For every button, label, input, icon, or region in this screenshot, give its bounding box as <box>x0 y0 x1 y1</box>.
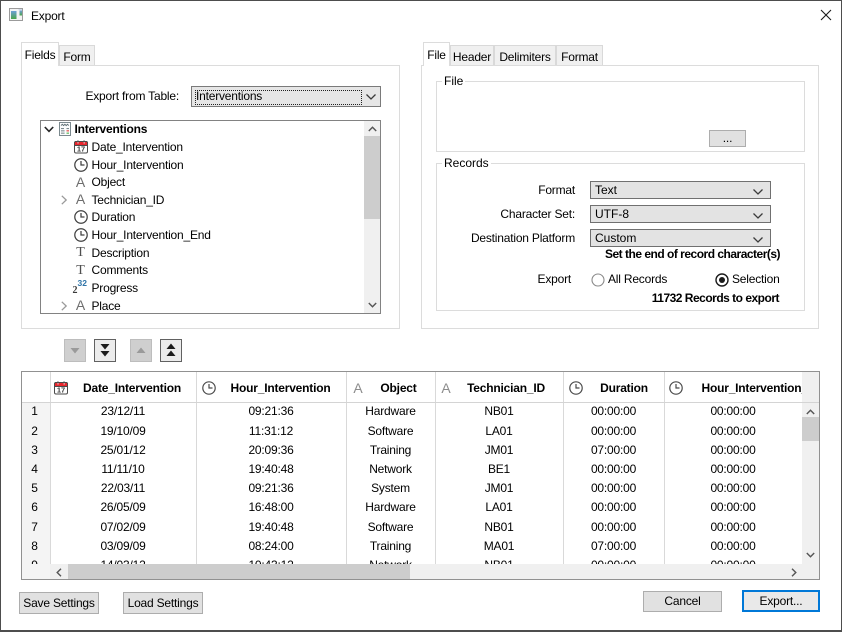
svg-text:17: 17 <box>57 385 65 394</box>
svg-text:17: 17 <box>76 144 84 153</box>
